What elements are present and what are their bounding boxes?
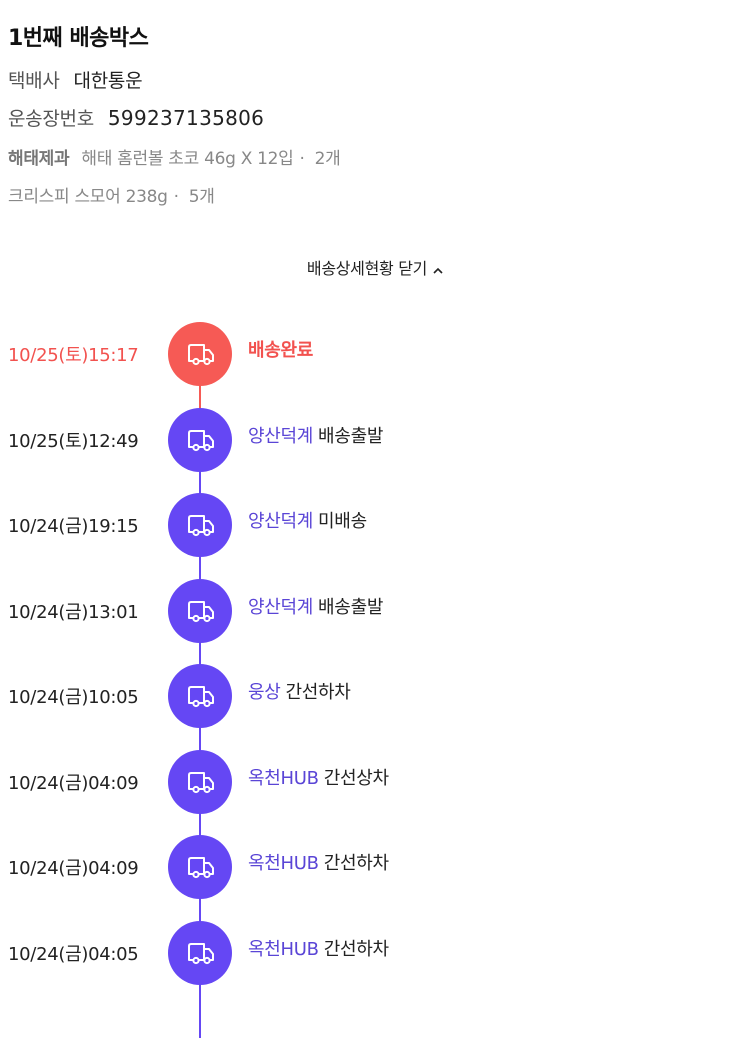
event-status: 옥천HUB간선하차: [248, 935, 389, 961]
event-location: 양산덕계: [248, 511, 313, 532]
event-time: 10/24(금)10:05: [8, 683, 138, 709]
event-description: 간선하차: [324, 853, 389, 874]
timeline-event: 10/25(토)12:49 양산덕계배송출발: [0, 408, 750, 472]
timeline-event: 10/24(금)04:09 옥천HUB간선상차: [0, 750, 750, 814]
event-status: 웅상간선하차: [248, 678, 351, 704]
event-description: 배송출발: [318, 597, 383, 618]
event-time: 10/24(금)13:01: [8, 598, 138, 624]
event-description: 배송출발: [318, 426, 383, 447]
event-location: 양산덕계: [248, 426, 313, 447]
event-description: 미배송: [318, 511, 367, 532]
truck-icon: [168, 493, 232, 557]
event-status: 옥천HUB간선하차: [248, 849, 389, 875]
timeline-event: 10/24(금)04:05 옥천HUB간선하차: [0, 921, 750, 985]
truck-icon: [168, 835, 232, 899]
truck-icon: [168, 579, 232, 643]
event-location: 웅상: [248, 682, 281, 703]
tracking-timeline: 10/25(토)15:17배송완료10/25(토)12:49양산덕계배송출발10…: [0, 0, 750, 1006]
truck-icon: [168, 322, 232, 386]
timeline-event: 10/24(금)10:05 웅상간선하차: [0, 664, 750, 728]
event-time: 10/24(금)04:05: [8, 940, 138, 966]
event-location: 옥천HUB: [248, 853, 319, 874]
truck-icon: [168, 408, 232, 472]
event-status: 배송완료: [248, 336, 313, 362]
event-time: 10/24(금)04:09: [8, 769, 138, 795]
timeline-event: 10/24(금)04:09 옥천HUB간선하차: [0, 835, 750, 899]
event-location: 옥천HUB: [248, 939, 319, 960]
event-time: 10/25(토)12:49: [8, 427, 138, 453]
event-location: 양산덕계: [248, 597, 313, 618]
timeline-event: 10/24(금)19:15 양산덕계미배송: [0, 493, 750, 557]
truck-icon: [168, 750, 232, 814]
event-description: 간선하차: [286, 682, 351, 703]
event-time: 10/24(금)19:15: [8, 512, 138, 538]
truck-icon: [168, 664, 232, 728]
event-time: 10/24(금)04:09: [8, 854, 138, 880]
truck-icon: [168, 921, 232, 985]
event-status: 옥천HUB간선상차: [248, 764, 389, 790]
event-time: 10/25(토)15:17: [8, 341, 138, 367]
event-description: 간선하차: [324, 939, 389, 960]
event-status: 양산덕계배송출발: [248, 593, 383, 619]
event-status: 양산덕계미배송: [248, 507, 367, 533]
event-location: 옥천HUB: [248, 768, 319, 789]
event-description: 간선상차: [324, 768, 389, 789]
event-description: 배송완료: [248, 340, 313, 361]
event-status: 양산덕계배송출발: [248, 422, 383, 448]
timeline-event: 10/25(토)15:17 배송완료: [0, 322, 750, 386]
timeline-event: 10/24(금)13:01 양산덕계배송출발: [0, 579, 750, 643]
